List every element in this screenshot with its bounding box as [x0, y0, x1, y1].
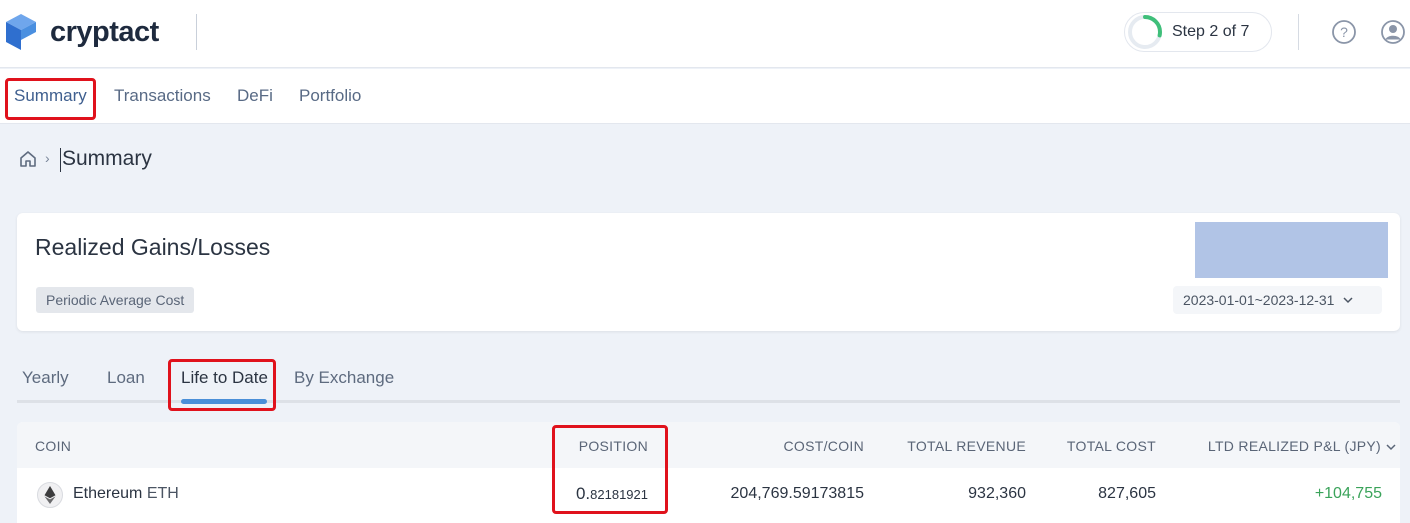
column-header-coin[interactable]: COIN — [35, 438, 71, 454]
top-bar: cryptact Step 2 of 7 ? — [0, 0, 1410, 68]
cost-per-coin-cell: 204,769.59173815 — [730, 485, 864, 502]
progress-ring-icon — [1128, 15, 1162, 49]
active-tab-indicator — [181, 399, 267, 404]
tab-yearly[interactable]: Yearly — [22, 368, 69, 388]
header-divider — [1298, 14, 1299, 50]
chevron-down-icon — [1343, 297, 1353, 304]
column-header-total-cost[interactable]: TOTAL COST — [1067, 438, 1156, 454]
ltd-pnl-cell: +104,755 — [1314, 485, 1382, 502]
coin-symbol: ETH — [146, 485, 179, 502]
tab-by-exchange[interactable]: By Exchange — [294, 368, 394, 388]
date-range-value: 2023-01-01~2023-12-31 — [1183, 292, 1335, 308]
date-range-select[interactable]: 2023-01-01~2023-12-31 — [1173, 286, 1382, 314]
app-name: cryptact — [50, 15, 159, 48]
onboarding-step-pill[interactable]: Step 2 of 7 — [1124, 12, 1272, 52]
position-cell: 0.82181921 — [576, 484, 648, 504]
tab-loan[interactable]: Loan — [107, 368, 145, 388]
breadcrumb-separator-icon: › — [45, 150, 50, 166]
user-account-icon[interactable] — [1380, 19, 1406, 45]
logo-divider — [196, 14, 197, 50]
nav-item-defi[interactable]: DeFi — [237, 86, 273, 106]
logo[interactable]: cryptact — [4, 12, 159, 52]
svg-text:?: ? — [1340, 24, 1348, 40]
tab-life-to-date[interactable]: Life to Date — [181, 368, 268, 388]
home-icon[interactable] — [18, 149, 38, 169]
column-header-total-revenue[interactable]: TOTAL REVENUE — [907, 438, 1026, 454]
method-badge: Periodic Average Cost — [36, 287, 195, 313]
nav-item-summary[interactable]: Summary — [14, 86, 87, 106]
placeholder-block — [1195, 222, 1388, 278]
coin-table: COIN POSITION COST/COIN TOTAL REVENUE TO… — [17, 422, 1400, 523]
coin-name: Ethereum — [73, 485, 143, 502]
sort-chevron-down-icon — [1386, 444, 1396, 451]
column-header-ltd-pnl-label: LTD REALIZED P&L (JPY) — [1207, 438, 1381, 454]
text-cursor — [60, 148, 61, 172]
page-title: Summary — [62, 147, 152, 170]
main-nav: Summary Transactions DeFi Portfolio — [0, 69, 1410, 124]
total-revenue-cell: 932,360 — [968, 485, 1026, 502]
cryptact-logo-icon — [6, 14, 36, 50]
nav-item-transactions[interactable]: Transactions — [114, 86, 211, 106]
card-title: Realized Gains/Losses — [35, 234, 271, 260]
column-header-position[interactable]: POSITION — [579, 438, 648, 454]
nav-item-portfolio[interactable]: Portfolio — [299, 86, 361, 106]
position-decimal: 82181921 — [590, 487, 648, 502]
step-label: Step 2 of 7 — [1172, 23, 1250, 40]
position-integer: 0. — [575, 484, 591, 503]
realized-gains-card: Realized Gains/Losses Periodic Average C… — [17, 213, 1400, 331]
column-header-cost-per-coin[interactable]: COST/COIN — [784, 438, 864, 454]
total-cost-cell: 827,605 — [1098, 485, 1156, 502]
column-header-ltd-pnl[interactable]: LTD REALIZED P&L (JPY) — [1208, 438, 1397, 454]
coin-name-cell: Ethereum ETH — [73, 485, 179, 503]
table-header: COIN POSITION COST/COIN TOTAL REVENUE TO… — [17, 422, 1400, 468]
ethereum-icon — [37, 482, 63, 508]
help-icon[interactable]: ? — [1331, 19, 1357, 45]
